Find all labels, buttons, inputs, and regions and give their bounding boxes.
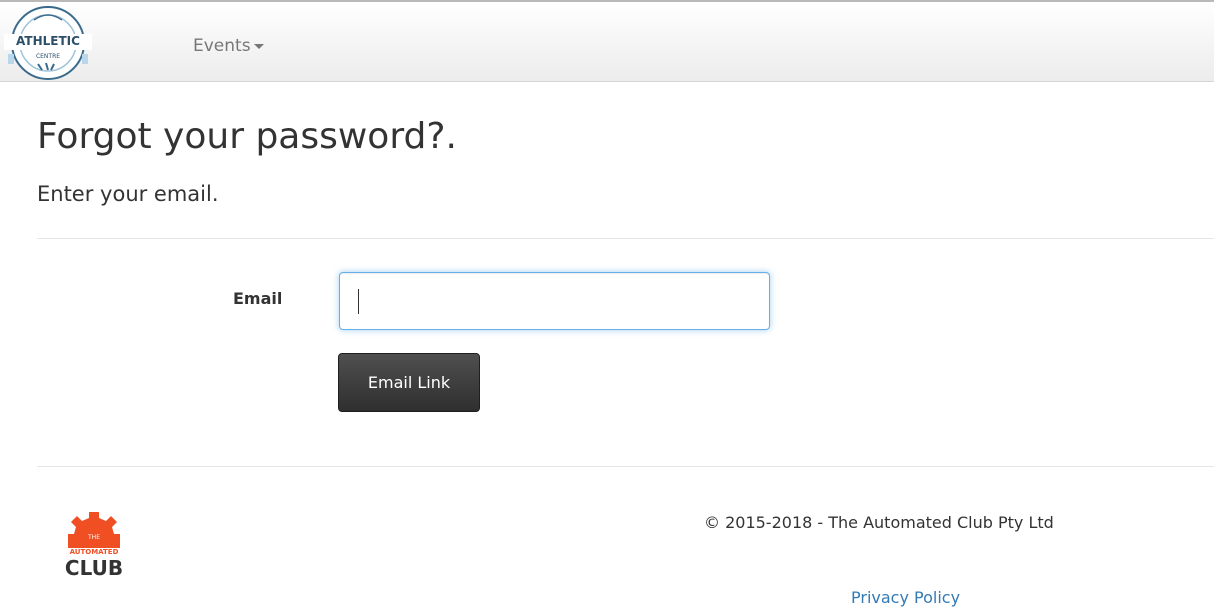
events-label: Events bbox=[193, 36, 251, 56]
privacy-policy-link[interactable]: Privacy Policy bbox=[851, 588, 960, 607]
page-title: Forgot your password?. bbox=[37, 116, 457, 157]
text-cursor bbox=[358, 289, 359, 314]
copyright-text: © 2015-2018 - The Automated Club Pty Ltd bbox=[704, 513, 1054, 532]
footer-divider bbox=[37, 466, 1214, 467]
page-subtitle: Enter your email. bbox=[37, 182, 219, 206]
logo-line3: CLUB bbox=[65, 556, 123, 580]
email-label: Email bbox=[233, 289, 283, 308]
logo-sub-text: CENTRE bbox=[36, 53, 60, 60]
email-field[interactable] bbox=[339, 272, 770, 330]
email-link-button[interactable]: Email Link bbox=[338, 353, 480, 412]
logo-ring-text: ATHLETIC bbox=[16, 34, 80, 48]
top-navbar: ATHLETIC CENTRE Events bbox=[0, 0, 1214, 82]
automated-club-logo: THE AUTOMATED CLUB bbox=[65, 512, 123, 580]
chevron-down-icon bbox=[253, 43, 264, 49]
logo-line2: AUTOMATED bbox=[70, 548, 119, 556]
divider bbox=[37, 238, 1214, 239]
athletic-centre-logo[interactable]: ATHLETIC CENTRE bbox=[4, 4, 100, 82]
logo-line1: THE bbox=[87, 534, 100, 541]
events-dropdown[interactable]: Events bbox=[193, 36, 264, 56]
